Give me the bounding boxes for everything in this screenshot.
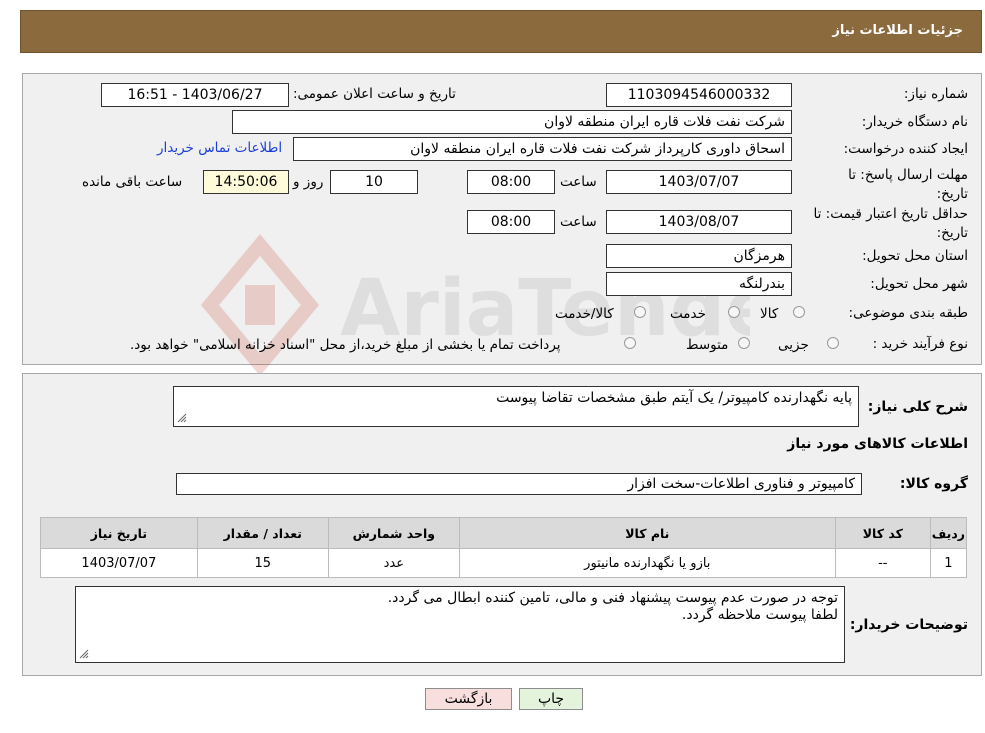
category-radio-goods-service[interactable] (634, 306, 646, 318)
validity-label: حداقل تاریخ اعتبار قیمت: تا تاریخ: (813, 206, 968, 241)
cell-row-number: 1 (929, 548, 968, 578)
days-label: روز و (293, 174, 324, 190)
back-button[interactable]: بازگشت (425, 688, 512, 710)
validity-time-field[interactable]: 08:00 (467, 210, 555, 234)
deadline-label: مهلت ارسال پاسخ: تا تاریخ: (848, 167, 968, 202)
process-option-minor: جزیی (778, 337, 809, 353)
col-header-row: ردیف (929, 517, 968, 549)
remaining-time-field[interactable]: 14:50:06 (203, 170, 289, 194)
creator-label: ایجاد کننده درخواست: (843, 141, 968, 157)
col-header-quantity: تعداد / مقدار (196, 517, 329, 549)
category-radio-service[interactable] (728, 306, 740, 318)
city-field[interactable]: بندرلنگه (606, 272, 792, 296)
buyer-org-label: نام دستگاه خریدار: (861, 114, 968, 130)
cell-goods-name: بازو یا نگهدارنده مانیتور (458, 548, 836, 578)
resize-grip-icon[interactable] (177, 413, 187, 423)
goods-group-label: گروه کالا: (899, 476, 968, 492)
deadline-time-label: ساعت (560, 174, 597, 190)
province-field[interactable]: هرمزگان (606, 244, 792, 268)
goods-table-header-row: ردیف کد کالا نام کالا واحد شمارش تعداد /… (40, 517, 968, 549)
buyer-notes-line-2: لطفا پیوست ملاحظه گردد. (681, 607, 838, 623)
summary-text: پایه نگهدارنده کامپیوتر/ یک آیتم طبق مشخ… (496, 390, 852, 406)
col-header-code: کد کالا (834, 517, 931, 549)
city-label: شهر محل تحویل: (870, 276, 968, 292)
col-header-name: نام کالا (458, 517, 836, 549)
need-number-label: شماره نیاز: (903, 86, 968, 102)
validity-date-field[interactable]: 1403/08/07 (606, 210, 792, 234)
category-option-goods-service: کالا/خدمت (555, 306, 614, 322)
announce-label: تاریخ و ساعت اعلان عمومی: (293, 86, 456, 102)
buyer-contact-link[interactable]: اطلاعات تماس خریدار (157, 140, 282, 156)
creator-field[interactable]: اسحاق داوری کارپرداز شرکت نفت فلات قاره … (293, 137, 792, 161)
buyer-notes-line-1: توجه در صورت عدم پیوست پیشنهاد فنی و مال… (387, 590, 838, 606)
table-row[interactable]: 1 -- بازو یا نگهدارنده مانیتور عدد 15 14… (40, 548, 968, 578)
goods-info-title: اطلاعات کالاهای مورد نیاز (787, 436, 968, 452)
page-title: جزئیات اطلاعات نیاز (832, 23, 963, 38)
print-button[interactable]: چاپ (519, 688, 583, 710)
col-header-unit: واحد شمارش (327, 517, 460, 549)
page-header: جزئیات اطلاعات نیاز (20, 10, 982, 53)
cell-need-date: 1403/07/07 (40, 548, 198, 578)
buyer-notes-label: توضیحات خریدار: (849, 617, 968, 633)
col-header-need-date: تاریخ نیاز (40, 517, 198, 549)
process-option-medium: متوسط (686, 337, 729, 353)
category-radio-goods[interactable] (793, 306, 805, 318)
summary-textarea[interactable]: پایه نگهدارنده کامپیوتر/ یک آیتم طبق مشخ… (173, 386, 859, 427)
deadline-time-field[interactable]: 08:00 (467, 170, 555, 194)
resize-grip-icon[interactable] (79, 649, 89, 659)
category-option-goods: کالا (760, 306, 779, 322)
process-radio-medium[interactable] (738, 337, 750, 349)
days-remaining-field[interactable]: 10 (330, 170, 418, 194)
goods-table: ردیف کد کالا نام کالا واحد شمارش تعداد /… (40, 517, 968, 578)
goods-group-field[interactable]: کامپیوتر و فناوری اطلاعات-سخت افزار (176, 473, 862, 495)
cell-unit: عدد (327, 548, 460, 578)
announce-datetime-field[interactable]: 1403/06/27 - 16:51 (101, 83, 289, 107)
summary-label: شرح کلی نیاز: (867, 399, 968, 415)
need-number-field[interactable]: 1103094546000332 (606, 83, 792, 107)
process-radio-treasury[interactable] (624, 337, 636, 349)
process-label: نوع فرآیند خرید : (872, 336, 968, 352)
deadline-date-field[interactable]: 1403/07/07 (606, 170, 792, 194)
remaining-time-label: ساعت باقی مانده (82, 174, 183, 190)
cell-quantity: 15 (196, 548, 329, 578)
process-radio-minor[interactable] (827, 337, 839, 349)
validity-time-label: ساعت (560, 214, 597, 230)
category-label: طبقه بندی موضوعی: (848, 305, 968, 321)
process-note: پرداخت تمام یا بخشی از مبلغ خرید،از محل … (130, 337, 561, 353)
buyer-org-field[interactable]: شرکت نفت فلات قاره ایران منطقه لاوان (232, 110, 792, 134)
buyer-notes-textarea[interactable]: توجه در صورت عدم پیوست پیشنهاد فنی و مال… (75, 586, 845, 663)
category-option-service: خدمت (670, 306, 706, 322)
province-label: استان محل تحویل: (862, 248, 968, 264)
cell-goods-code: -- (834, 548, 931, 578)
